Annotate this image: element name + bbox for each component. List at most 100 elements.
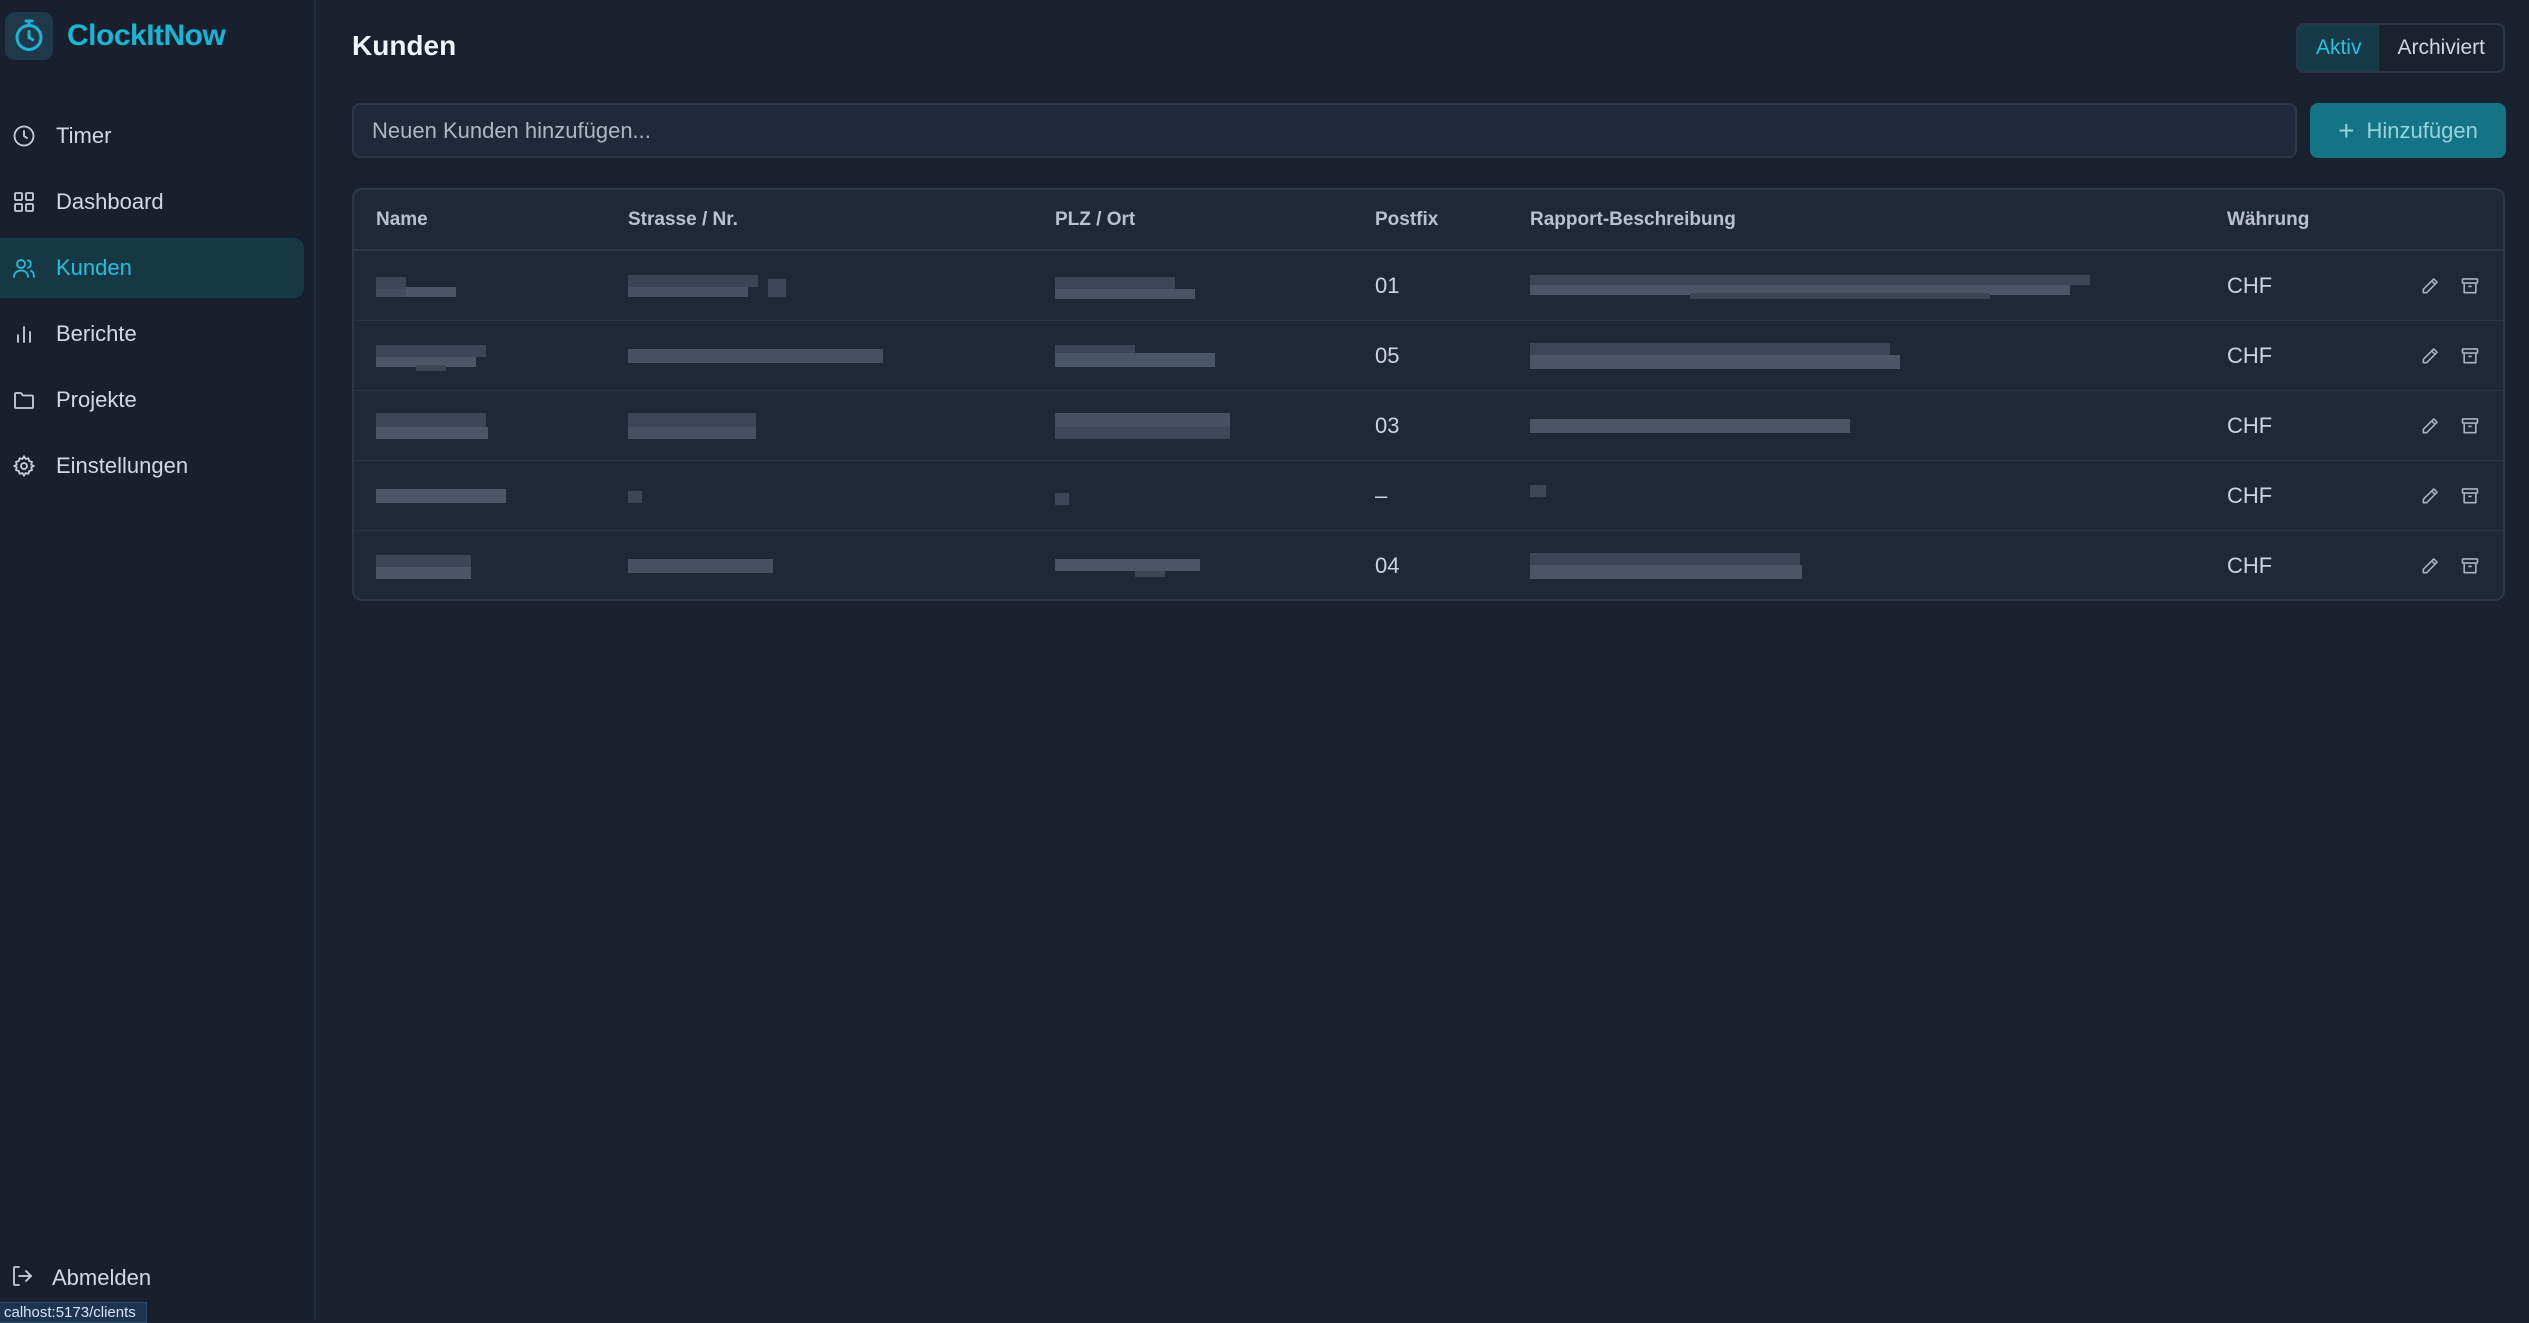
archive-icon[interactable] [2459, 345, 2481, 367]
city-cell [1033, 390, 1353, 461]
edit-pencil-icon[interactable] [2419, 555, 2441, 577]
sidebar-item-label: Dashboard [56, 189, 164, 214]
redacted-text [1530, 552, 1802, 579]
table-row[interactable]: 05 CHF [354, 320, 2503, 391]
users-icon [10, 254, 38, 282]
client-name-cell [354, 390, 606, 461]
sidebar-item-kunden[interactable]: Kunden [0, 238, 304, 298]
logout-icon [10, 1264, 34, 1293]
column-header-street[interactable]: Strasse / Nr. [606, 190, 1033, 251]
redacted-text [1055, 412, 1230, 439]
street-cell [606, 390, 1033, 461]
clock-icon [10, 122, 38, 150]
filter-archiviert-button[interactable]: Archiviert [2379, 25, 2503, 71]
currency-cell: CHF [2205, 390, 2363, 461]
column-header-description[interactable]: Rapport-Beschreibung [1508, 190, 2205, 251]
city-cell [1033, 320, 1353, 391]
city-cell [1033, 250, 1353, 321]
sidebar-item-einstellungen[interactable]: Einstellungen [0, 436, 304, 496]
stopwatch-icon [5, 12, 53, 60]
actions-cell [2363, 250, 2503, 321]
client-name-cell [354, 320, 606, 391]
table-row[interactable]: 03 CHF [354, 390, 2503, 461]
column-header-name[interactable]: Name [354, 190, 606, 251]
folder-icon [10, 386, 38, 414]
archive-icon[interactable] [2459, 415, 2481, 437]
description-cell [1508, 460, 2205, 531]
table-row[interactable]: – CHF [354, 460, 2503, 531]
status-bar-url: calhost:5173/clients [0, 1302, 147, 1323]
bar-chart-icon [10, 320, 38, 348]
redacted-text [1055, 558, 1200, 577]
plus-icon: + [2338, 114, 2355, 146]
client-name-cell [354, 250, 606, 321]
redacted-text [628, 348, 883, 363]
column-header-city[interactable]: PLZ / Ort [1033, 190, 1353, 251]
column-header-actions [2363, 190, 2503, 251]
postfix-cell: 04 [1375, 552, 1400, 578]
brand[interactable]: ClockItNow [5, 8, 226, 64]
sidebar-item-berichte[interactable]: Berichte [0, 304, 304, 364]
table-header-row: Name Strasse / Nr. PLZ / Ort Postfix Rap… [354, 190, 2503, 251]
sidebar-item-timer[interactable]: Timer [0, 106, 304, 166]
page-title: Kunden [352, 30, 457, 61]
redacted-text [1530, 274, 2090, 299]
redacted-text [1530, 418, 1850, 433]
sidebar-item-label: Einstellungen [56, 453, 189, 478]
sidebar-item-dashboard[interactable]: Dashboard [0, 172, 304, 232]
grid-icon [10, 188, 38, 216]
postfix-cell: 03 [1353, 390, 1508, 461]
edit-pencil-icon[interactable] [2419, 485, 2441, 507]
currency-cell: CHF [2205, 250, 2363, 321]
column-header-postfix[interactable]: Postfix [1353, 190, 1508, 251]
table-row[interactable]: 04 CHF [354, 531, 2503, 600]
redacted-text [628, 412, 756, 439]
gear-icon [10, 452, 38, 480]
city-cell [1033, 531, 1353, 600]
redacted-text [1055, 276, 1195, 299]
redacted-text [1530, 484, 1546, 497]
edit-pencil-icon[interactable] [2419, 275, 2441, 297]
city-cell [1033, 460, 1353, 531]
archive-icon[interactable] [2459, 485, 2481, 507]
description-cell [1508, 390, 2205, 461]
column-header-currency[interactable]: Währung [2205, 190, 2363, 251]
sidebar-item-label: Projekte [56, 387, 137, 412]
street-cell [606, 250, 1033, 321]
logout-button[interactable]: Abmelden [0, 1250, 310, 1306]
actions-cell [2363, 390, 2503, 461]
add-button-label: Hinzufügen [2366, 117, 2478, 143]
description-cell [1508, 250, 2205, 321]
add-client-button[interactable]: + Hinzufügen [2310, 103, 2506, 158]
redacted-text [1055, 344, 1215, 367]
sidebar-item-label: Kunden [56, 255, 132, 280]
redacted-text [376, 412, 488, 439]
edit-pencil-icon[interactable] [2419, 345, 2441, 367]
archive-icon[interactable] [2459, 275, 2481, 297]
street-cell [606, 460, 1033, 531]
redacted-text [376, 276, 456, 297]
sidebar-item-projekte[interactable]: Projekte [0, 370, 304, 430]
redacted-text [376, 488, 506, 503]
main-content: Kunden Aktiv Archiviert + Hinzufügen Nam… [318, 0, 2529, 1321]
redacted-text [628, 274, 786, 297]
status-filter: Aktiv Archiviert [2295, 23, 2505, 73]
redacted-text [1530, 342, 1900, 369]
currency-cell: CHF [2205, 320, 2363, 391]
redacted-text [376, 344, 486, 371]
archive-icon[interactable] [2459, 555, 2481, 577]
description-cell [1508, 320, 2205, 391]
redacted-text [628, 490, 642, 503]
new-client-input[interactable] [352, 103, 2297, 158]
sidebar: ClockItNow Timer Dashboard Kunden Berich… [0, 0, 316, 1323]
sidebar-item-label: Berichte [56, 321, 137, 346]
edit-pencil-icon[interactable] [2419, 415, 2441, 437]
table-row[interactable]: 01 CHF [354, 250, 2503, 321]
filter-aktiv-button[interactable]: Aktiv [2297, 25, 2380, 71]
description-cell [1508, 531, 2205, 600]
client-name-cell [354, 531, 606, 600]
postfix-cell: – [1353, 460, 1508, 531]
postfix-cell: 05 [1353, 320, 1508, 391]
actions-cell [2363, 320, 2503, 391]
clients-table: Name Strasse / Nr. PLZ / Ort Postfix Rap… [352, 188, 2505, 601]
